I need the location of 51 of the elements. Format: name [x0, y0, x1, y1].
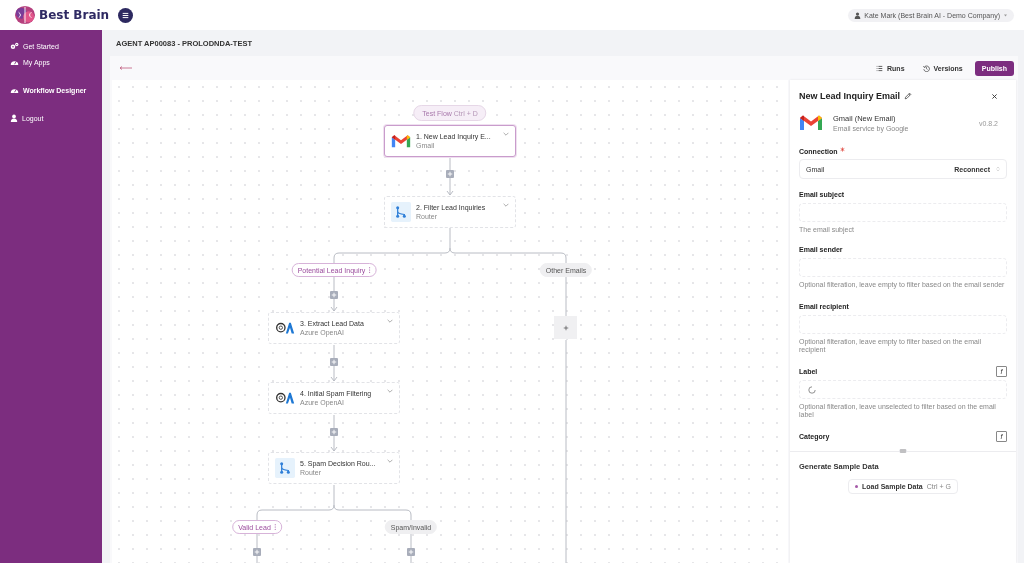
- gauge-icon: [10, 86, 19, 94]
- plus-icon: [331, 429, 337, 435]
- user-icon: [10, 114, 18, 122]
- chevron-down-icon[interactable]: [387, 389, 393, 393]
- plus-icon: [331, 359, 337, 365]
- panel-title: New Lead Inquiry Email: [799, 91, 901, 101]
- close-icon[interactable]: [991, 92, 998, 100]
- brain-logo-icon: [14, 5, 36, 25]
- plus-icon: [408, 549, 414, 555]
- plus-icon: [447, 171, 453, 177]
- add-step-button[interactable]: [330, 291, 338, 299]
- chevron-down-icon[interactable]: [503, 203, 509, 207]
- gears-icon: [10, 42, 19, 50]
- add-step-button[interactable]: [253, 548, 261, 556]
- spinner-icon: [808, 385, 816, 394]
- branch-icon: [391, 202, 411, 222]
- add-step-button[interactable]: [407, 548, 415, 556]
- plus-icon: [254, 549, 260, 555]
- add-step-button[interactable]: [446, 170, 454, 178]
- add-step-button[interactable]: [330, 358, 338, 366]
- menu-button[interactable]: [118, 7, 134, 23]
- resize-handle-icon[interactable]: [899, 449, 907, 453]
- connector-line: [565, 276, 567, 317]
- connector-line: [330, 414, 338, 452]
- chevron-down-icon[interactable]: [387, 319, 393, 323]
- branch-icon: [275, 458, 295, 478]
- dot-icon: [855, 485, 858, 488]
- mail-logo-icon: [799, 114, 823, 132]
- plus-icon: [331, 292, 337, 298]
- connector-line: [330, 276, 338, 312]
- menu-icon: [122, 11, 130, 19]
- brand-name: Best Brain: [39, 8, 110, 22]
- connector-line: [410, 533, 412, 563]
- mail-logo-icon: [391, 132, 411, 150]
- chevron-down-icon[interactable]: [387, 459, 393, 463]
- chevron-down-icon[interactable]: [503, 132, 509, 136]
- connector-line: [330, 344, 338, 382]
- add-step-button[interactable]: [330, 428, 338, 436]
- history-icon: [922, 64, 930, 72]
- add-step-button[interactable]: [554, 316, 577, 339]
- pencil-icon[interactable]: [904, 92, 913, 100]
- more-icon[interactable]: [273, 524, 276, 530]
- plus-icon: [562, 324, 569, 331]
- user-icon: [854, 11, 862, 19]
- gauge-icon: [10, 58, 19, 66]
- more-icon[interactable]: [368, 267, 371, 273]
- select-field[interactable]: [799, 380, 1007, 399]
- caret-icon: [1003, 12, 1008, 18]
- back-arrow-icon[interactable]: [120, 66, 132, 70]
- list-icon: [876, 64, 884, 72]
- connector-line: [256, 533, 258, 563]
